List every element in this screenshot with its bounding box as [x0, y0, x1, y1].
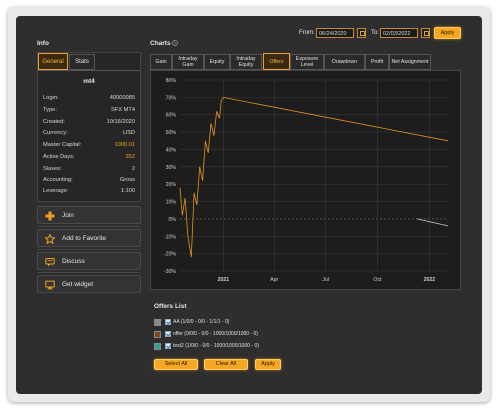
y-tick-label: -10% — [164, 234, 176, 240]
help-icon[interactable]: ? — [172, 40, 178, 46]
offer-label: offer (0/0/0 - 0/0 - 1000/1000/1000 - 0) — [173, 331, 258, 337]
to-calendar-icon[interactable] — [421, 28, 430, 38]
tab-equity[interactable]: Equity — [204, 54, 230, 70]
offer-color-swatch — [154, 318, 161, 326]
offer-color-swatch — [154, 342, 161, 350]
action-divider — [37, 249, 141, 250]
offer-label: AA (1/0/0 - 0/0 - 1/1/1 - 0) — [173, 319, 230, 325]
tab-drawdown[interactable]: Drawdown — [324, 54, 365, 70]
y-tick-label: 50% — [166, 130, 177, 136]
x-tick-label: Jul — [322, 277, 329, 283]
info-row-currency: Currency: USD — [43, 130, 135, 136]
y-tick-label: 0% — [169, 217, 177, 223]
offers-list-title: Offers List — [154, 303, 187, 310]
info-row-master-capital: Master Capital: 1000.01 — [43, 142, 135, 148]
from-calendar-icon[interactable] — [357, 28, 366, 38]
offer-checkbox[interactable] — [165, 343, 171, 349]
y-tick-label: 40% — [166, 147, 177, 153]
offer-row-offer[interactable]: offer (0/0/0 - 0/0 - 1000/1000/1000 - 0) — [154, 330, 258, 338]
y-tick-label: -30% — [164, 269, 176, 275]
offer-checkbox[interactable] — [165, 331, 171, 337]
action-divider — [37, 272, 141, 273]
to-label: To: — [371, 30, 380, 36]
add-to-favorite-label: Add to Favorite — [62, 235, 107, 242]
tab-intraday-gain[interactable]: Intraday Gain — [172, 54, 204, 70]
info-row-accounting: Accounting: Gross — [43, 177, 135, 183]
tab-intraday-equity[interactable]: Intraday Equity — [230, 54, 262, 70]
offer-label: test2 (1/0/0 - 0/0 - 1000/1000/1000 - 0) — [173, 343, 259, 349]
from-date-input[interactable]: 06/24/2020 — [316, 28, 354, 38]
info-tab-divider — [38, 70, 140, 71]
y-tick-label: 70% — [166, 95, 177, 101]
discuss-button[interactable]: Discuss — [37, 252, 141, 270]
tab-exposure-level[interactable]: Exposure Level — [290, 54, 324, 70]
info-row-active-days: Active Days: 352 — [43, 154, 135, 160]
offer-row-test2[interactable]: test2 (1/0/0 - 0/0 - 1000/1000/1000 - 0) — [154, 342, 259, 350]
offer-color-swatch — [154, 330, 161, 338]
x-tick-label: Oct — [373, 277, 382, 283]
y-tick-label: 30% — [166, 165, 177, 171]
to-date-input[interactable]: 02/03/2022 — [380, 28, 418, 38]
x-tick-label: Apr — [270, 277, 278, 283]
y-tick-label: 80% — [166, 78, 177, 84]
join-button[interactable]: Join — [37, 206, 141, 224]
y-tick-label: 10% — [166, 200, 177, 206]
tab-gain[interactable]: Gain — [150, 54, 172, 70]
action-divider — [37, 226, 141, 227]
date-apply-button[interactable]: Apply — [434, 27, 461, 39]
select-all-button[interactable]: Select All — [154, 359, 198, 370]
from-label: From: — [299, 30, 315, 36]
get-widget-label: Get widget — [62, 281, 94, 288]
series-line-1 — [416, 218, 449, 227]
tab-offers[interactable]: Offers — [263, 53, 290, 70]
x-tick-label: 2022 — [424, 277, 436, 283]
discuss-label: Discuss — [62, 258, 85, 265]
tab-profit[interactable]: Profit — [365, 54, 389, 70]
info-row-login: Login: 40000085 — [43, 95, 135, 101]
y-tick-label: 20% — [166, 182, 177, 188]
monitor-icon — [45, 280, 55, 290]
info-row-created: Created: 10/16/2020 — [43, 119, 135, 125]
info-row-slaves: Slaves: 2 — [43, 166, 135, 172]
series-line-0 — [179, 96, 449, 258]
x-tick-label: 2021 — [218, 277, 230, 283]
plus-icon — [45, 211, 55, 221]
tab-net-assignment[interactable]: Net Assignment — [389, 54, 431, 70]
get-widget-button[interactable]: Get widget — [37, 275, 141, 293]
chat-icon — [45, 258, 55, 267]
clear-all-button[interactable]: Clear All — [204, 359, 248, 370]
join-label: Join — [62, 212, 74, 219]
account-name: mt4 — [83, 78, 95, 85]
info-title: Info — [37, 40, 49, 47]
offer-checkbox[interactable] — [165, 319, 171, 325]
offer-row-aa[interactable]: AA (1/0/0 - 0/0 - 1/1/1 - 0) — [154, 318, 229, 326]
star-icon — [45, 234, 55, 244]
y-tick-label: -20% — [164, 252, 176, 258]
add-to-favorite-button[interactable]: Add to Favorite — [37, 229, 141, 247]
offers-apply-button[interactable]: Apply — [255, 359, 281, 370]
y-tick-label: 60% — [166, 113, 177, 119]
info-tab-general[interactable]: General — [38, 53, 68, 70]
info-tab-stats[interactable]: Stats — [69, 54, 95, 70]
charts-title: Charts — [150, 40, 171, 47]
info-row-leverage: Leverage: 1:100 — [43, 188, 135, 194]
offers-chart: 80% 70% 60% 50% 40% 30% 20% 10% 0% -10% -20% -30% 20… — [164, 78, 449, 283]
info-row-type: Type: SFX MT4 — [43, 107, 135, 113]
